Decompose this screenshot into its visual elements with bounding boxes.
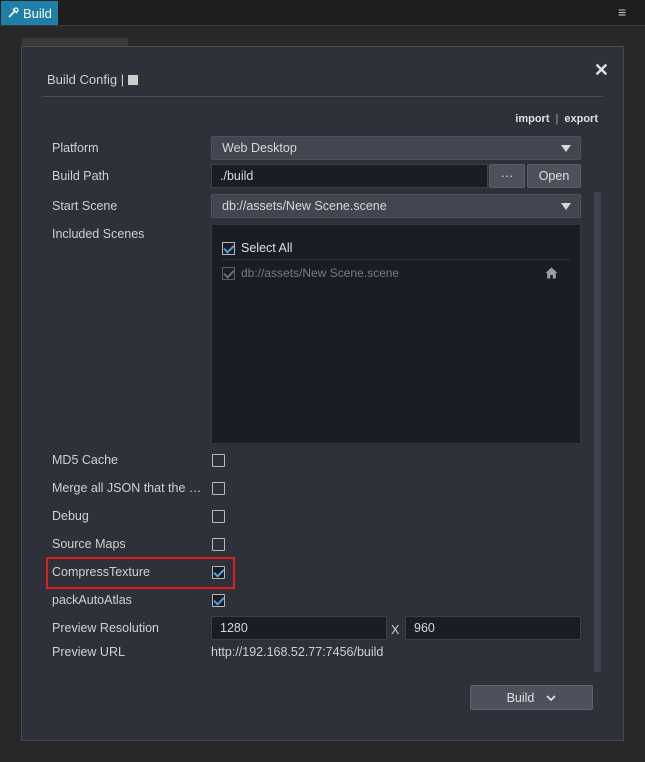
import-link[interactable]: import <box>515 113 549 125</box>
top-bar: Build ≡ <box>0 0 645 26</box>
merge-json-checkbox[interactable] <box>212 482 225 495</box>
build-path-value: ./build <box>220 169 254 183</box>
select-all-row[interactable]: Select All <box>222 237 570 260</box>
close-button[interactable]: ✕ <box>594 60 609 81</box>
start-scene-select[interactable]: db://assets/New Scene.scene <box>211 194 581 218</box>
book-icon[interactable] <box>128 74 139 85</box>
pack-auto-atlas-checkbox[interactable] <box>212 594 225 607</box>
resolution-width-value: 1280 <box>220 621 248 635</box>
dialog-title: Build Config | <box>47 72 139 87</box>
open-button[interactable]: Open <box>527 164 581 188</box>
dropdown-arrow-icon <box>561 203 571 210</box>
included-scenes-list: Select All db://assets/New Scene.scene <box>211 224 581 444</box>
select-all-label: Select All <box>241 241 293 255</box>
highlight-box <box>46 557 235 589</box>
scrollbar[interactable] <box>594 192 601 672</box>
chevron-down-icon <box>546 694 557 701</box>
platform-label: Platform <box>52 141 99 155</box>
source-maps-checkbox[interactable] <box>212 538 225 551</box>
menu-icon[interactable]: ≡ <box>618 5 632 19</box>
source-maps-label: Source Maps <box>52 537 126 551</box>
tools-icon <box>8 7 19 18</box>
build-tab-label: Build <box>23 5 52 21</box>
scene-path: db://assets/New Scene.scene <box>241 266 400 280</box>
resolution-separator: X <box>391 623 400 637</box>
debug-label: Debug <box>52 509 89 523</box>
pack-auto-atlas-label: packAutoAtlas <box>52 593 132 607</box>
start-scene-label: Start Scene <box>52 199 118 213</box>
resolution-height-value: 960 <box>414 621 435 635</box>
import-export-separator: | <box>555 113 559 125</box>
included-scenes-label: Included Scenes <box>52 227 145 241</box>
build-tab[interactable]: Build <box>1 1 58 25</box>
start-scene-value: db://assets/New Scene.scene <box>222 199 387 213</box>
md5-cache-checkbox[interactable] <box>212 454 225 467</box>
resolution-width-input[interactable]: 1280 <box>211 616 387 640</box>
build-button[interactable]: Build <box>470 685 593 710</box>
platform-select[interactable]: Web Desktop <box>211 136 581 160</box>
preview-resolution-label: Preview Resolution <box>52 621 159 635</box>
import-export-links: import | export <box>515 113 598 125</box>
resolution-height-input[interactable]: 960 <box>405 616 581 640</box>
export-link[interactable]: export <box>564 113 598 125</box>
merge-json-label: Merge all JSON that the S... <box>52 481 207 495</box>
platform-value: Web Desktop <box>222 141 297 155</box>
dialog-title-text: Build Config | <box>47 72 125 87</box>
debug-checkbox[interactable] <box>212 510 225 523</box>
preview-url-link[interactable]: http://192.168.52.77:7456/build <box>211 645 383 659</box>
dropdown-arrow-icon <box>561 145 571 152</box>
preview-url-label: Preview URL <box>52 645 125 659</box>
build-path-label: Build Path <box>52 169 109 183</box>
home-icon <box>545 267 558 279</box>
build-button-label: Build <box>506 690 535 705</box>
scene-checkbox[interactable] <box>222 266 235 280</box>
build-config-dialog: Build Config | ✕ import | export Platfor… <box>21 46 624 741</box>
md5-cache-label: MD5 Cache <box>52 453 118 467</box>
title-divider <box>43 96 603 97</box>
browse-button[interactable]: ··· <box>489 164 525 188</box>
build-path-input[interactable]: ./build <box>211 164 488 188</box>
list-item[interactable]: db://assets/New Scene.scene <box>222 263 570 283</box>
select-all-checkbox[interactable] <box>222 241 235 255</box>
